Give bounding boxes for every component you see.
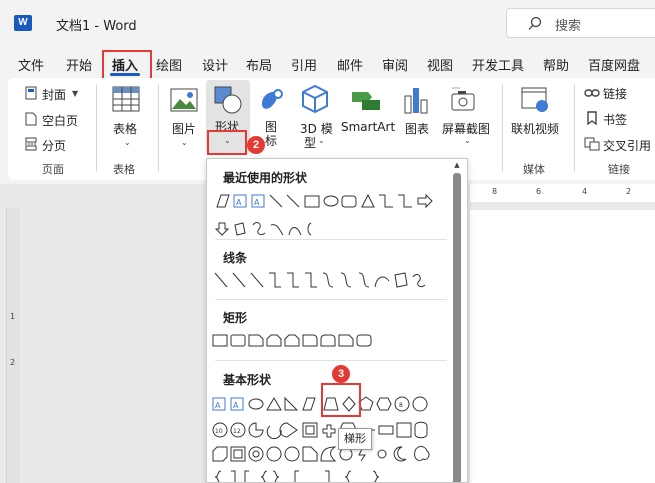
- search-placeholder: 搜索: [555, 19, 582, 34]
- smartart-button-label[interactable]: SmartArt: [341, 120, 395, 134]
- picture-dropdown-icon[interactable]: ⌄: [181, 138, 188, 147]
- table-dropdown-icon[interactable]: ⌄: [124, 138, 131, 147]
- tab-layout[interactable]: 布局: [246, 55, 272, 74]
- callout-badge-2: 2: [247, 136, 265, 154]
- tab-developer[interactable]: 开发工具: [472, 55, 524, 74]
- group-label-media: 媒体: [523, 163, 545, 176]
- 3d-model-label-2[interactable]: 型: [304, 134, 316, 151]
- blank-page-icon: [25, 112, 37, 126]
- trapezoid-tooltip: 梯形: [338, 428, 372, 450]
- section-basic-shapes: 基本形状: [223, 373, 272, 387]
- panel-scrollbar[interactable]: [453, 173, 461, 482]
- screenshot-button-label[interactable]: 屏幕截图: [442, 120, 490, 137]
- section-lines: 线条: [223, 251, 248, 265]
- svg-text:8: 8: [399, 402, 403, 409]
- section-rectangles: 矩形: [223, 311, 248, 325]
- highlight-trapezoid-shape[interactable]: [321, 383, 361, 417]
- ruler-mark: 2: [626, 187, 632, 196]
- shapes-dropdown-panel: ▲ 最近使用的形状 A A 线条 矩形 基本形状 A A 8 10 12: [206, 158, 468, 483]
- screenshot-dropdown-icon[interactable]: ⌄: [464, 136, 471, 145]
- page-break-button[interactable]: 分页: [42, 137, 66, 154]
- ruler-mark: 4: [582, 187, 588, 196]
- svg-text:A: A: [236, 198, 242, 207]
- group-separator: [574, 84, 575, 172]
- scroll-up-arrow-icon[interactable]: ▲: [453, 161, 461, 171]
- section-divider: [215, 360, 447, 361]
- chart-icon[interactable]: [404, 86, 428, 114]
- group-label-links: 链接: [608, 163, 630, 176]
- tab-baidu-netdisk[interactable]: 百度网盘: [588, 55, 640, 74]
- blank-page-button[interactable]: 空白页: [42, 112, 78, 129]
- table-button-label[interactable]: 表格: [113, 120, 137, 137]
- tab-draw[interactable]: 绘图: [156, 55, 182, 74]
- title-bar: W 文档1 - Word 搜索: [0, 0, 655, 46]
- svg-text:A: A: [215, 401, 221, 410]
- picture-button-label[interactable]: 图片: [172, 120, 196, 137]
- link-icon: [584, 89, 600, 97]
- 3d-model-dropdown-icon[interactable]: ⌄: [318, 136, 325, 145]
- online-video-icon[interactable]: [520, 86, 550, 114]
- online-video-button-label[interactable]: 联机视频: [511, 120, 559, 137]
- ruler-mark: 2: [10, 358, 16, 367]
- bookmark-icon: [587, 111, 597, 125]
- ruler-mark: 6: [536, 187, 542, 196]
- shapes-icon[interactable]: [214, 86, 242, 114]
- cover-page-button[interactable]: 封面: [42, 86, 66, 103]
- word-logo-icon: W: [14, 15, 32, 31]
- page-break-icon: [25, 137, 37, 151]
- svg-text:A: A: [254, 198, 260, 207]
- group-separator: [502, 84, 503, 172]
- chart-button-label[interactable]: 图表: [405, 120, 429, 137]
- horizontal-ruler[interactable]: 8 6 4 2: [470, 184, 655, 202]
- icons-button-label-2[interactable]: 标: [265, 132, 277, 149]
- tab-view[interactable]: 视图: [427, 55, 453, 74]
- lines-grid[interactable]: [207, 269, 447, 299]
- search-icon: [528, 16, 542, 30]
- tab-home[interactable]: 开始: [66, 55, 92, 74]
- callout-badge-3: 3: [332, 365, 350, 383]
- tab-file[interactable]: 文件: [18, 55, 44, 74]
- group-separator: [96, 84, 97, 172]
- group-label-table: 表格: [113, 163, 135, 176]
- cross-reference-button[interactable]: 交叉引用: [603, 137, 651, 154]
- section-divider: [215, 299, 447, 300]
- shapes-dropdown-icon[interactable]: ⌄: [224, 136, 231, 145]
- tab-references[interactable]: 引用: [291, 55, 317, 74]
- cover-dropdown-icon[interactable]: ▼: [72, 89, 78, 98]
- document-page[interactable]: [470, 210, 655, 483]
- ruler-mark: 8: [492, 187, 498, 196]
- bookmark-button[interactable]: 书签: [603, 111, 627, 128]
- table-icon[interactable]: [112, 86, 140, 112]
- ribbon-tabs: 文件 开始 插入 绘图 设计 布局 引用 邮件 审阅 视图 开发工具 帮助 百度…: [0, 50, 655, 76]
- section-recent-shapes: 最近使用的形状: [223, 171, 308, 185]
- section-divider: [215, 239, 447, 240]
- cross-reference-icon: [584, 137, 600, 151]
- cover-page-icon: [25, 86, 37, 100]
- tab-mailings[interactable]: 邮件: [337, 55, 363, 74]
- group-label-pages: 页面: [42, 163, 64, 176]
- tab-design[interactable]: 设计: [202, 55, 228, 74]
- smartart-icon[interactable]: [350, 88, 382, 112]
- picture-icon[interactable]: [170, 88, 198, 112]
- 3d-model-icon[interactable]: [301, 84, 329, 114]
- icons-icon[interactable]: [258, 86, 286, 114]
- tab-review[interactable]: 审阅: [382, 55, 408, 74]
- screenshot-icon[interactable]: [450, 86, 478, 114]
- rectangles-grid[interactable]: [207, 331, 447, 361]
- group-separator: [158, 84, 159, 172]
- link-button[interactable]: 链接: [603, 85, 627, 102]
- svg-text:10: 10: [215, 428, 223, 435]
- svg-text:12: 12: [233, 428, 241, 435]
- tab-help[interactable]: 帮助: [543, 55, 569, 74]
- svg-text:A: A: [233, 401, 239, 410]
- vertical-ruler[interactable]: 1 2: [6, 208, 20, 483]
- ruler-mark: 1: [10, 312, 16, 321]
- search-box[interactable]: 搜索: [506, 8, 655, 38]
- document-title: 文档1 - Word: [56, 19, 137, 34]
